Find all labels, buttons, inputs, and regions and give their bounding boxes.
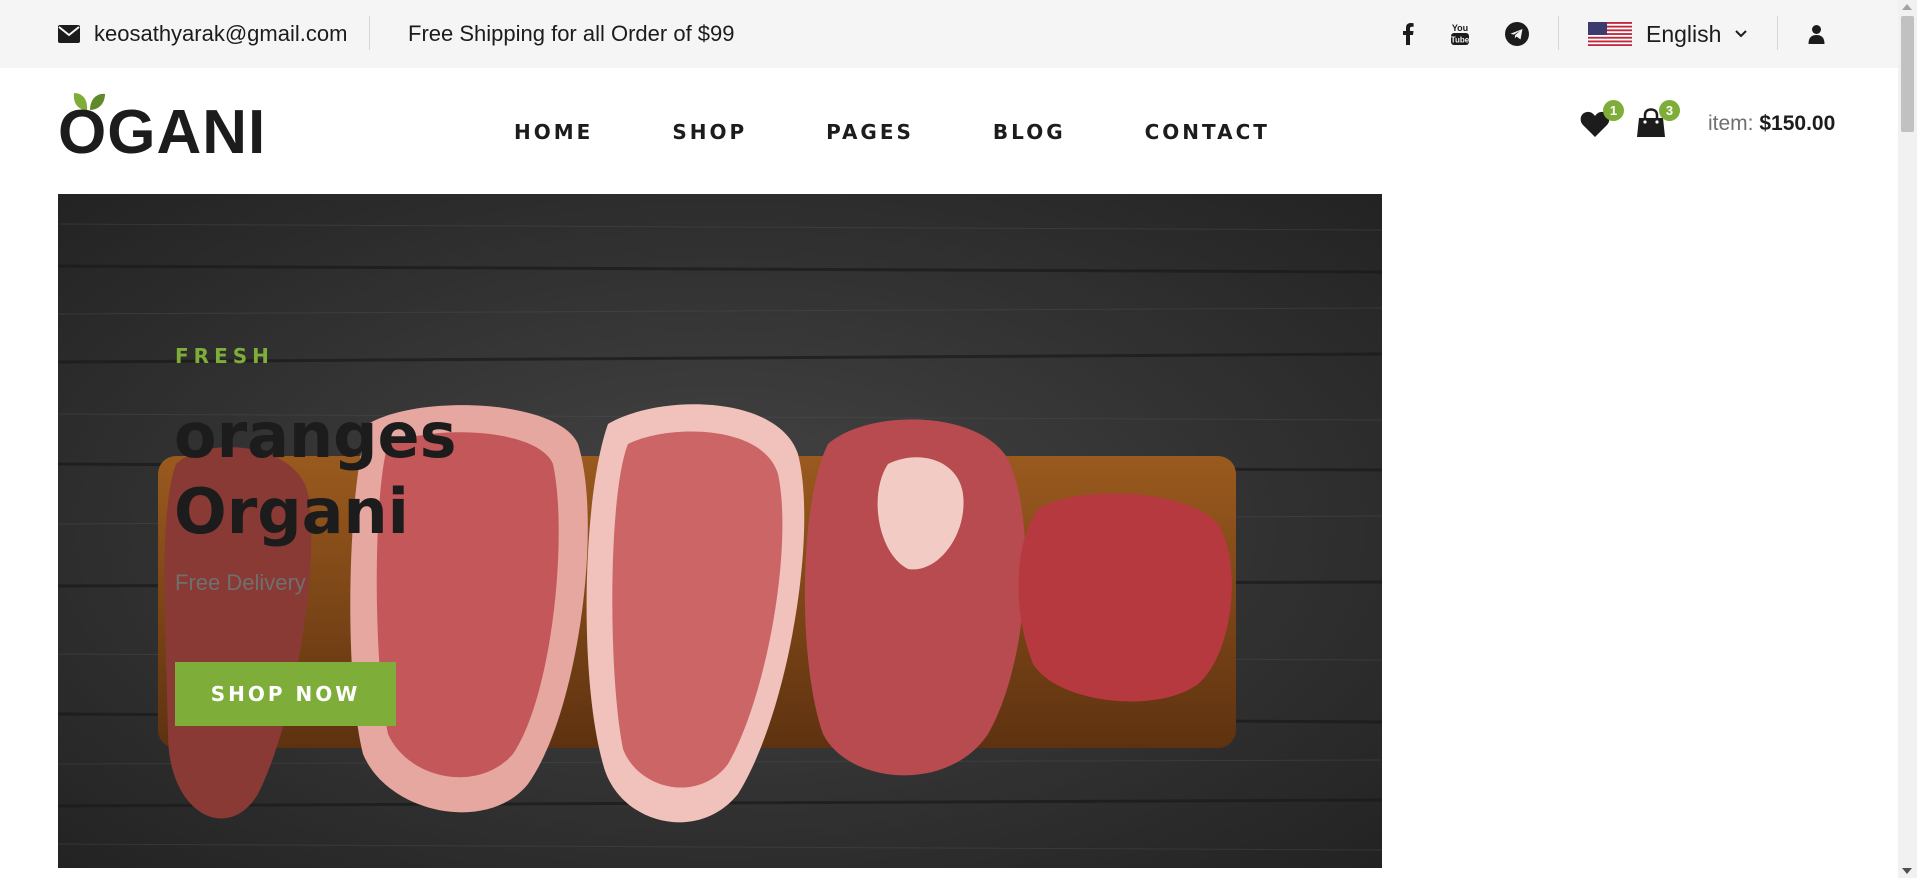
- nav-item-home[interactable]: HOME: [514, 120, 593, 144]
- nav-item-contact[interactable]: CONTACT: [1145, 120, 1270, 144]
- logo[interactable]: OGANI: [58, 92, 265, 164]
- email-text: keosathyarak@gmail.com: [94, 21, 348, 46]
- svg-text:You: You: [1452, 23, 1468, 33]
- user-icon[interactable]: [1808, 0, 1825, 68]
- us-flag-icon: [1588, 22, 1632, 46]
- wishlist-count-badge: 1: [1603, 100, 1624, 121]
- svg-text:Tube: Tube: [1451, 36, 1470, 45]
- hero-title-line: Organi: [174, 475, 409, 548]
- language-label: English: [1646, 20, 1722, 47]
- header-email[interactable]: keosathyarak@gmail.com: [58, 0, 347, 68]
- scroll-down-arrow[interactable]: [1902, 868, 1912, 874]
- divider: [1558, 16, 1559, 50]
- cart-total-label: item:: [1708, 112, 1754, 135]
- cart-button[interactable]: 3: [1634, 100, 1680, 140]
- envelope-icon: [58, 25, 80, 43]
- cart-count-badge: 3: [1659, 100, 1680, 121]
- nav-item-shop[interactable]: SHOP: [672, 120, 747, 144]
- facebook-icon[interactable]: [1393, 0, 1423, 68]
- hero-text: Free Delivery: [175, 570, 306, 595]
- shop-now-button[interactable]: SHOP NOW: [175, 662, 396, 726]
- scroll-thumb[interactable]: [1901, 16, 1914, 132]
- cart-total-value: $150.00: [1759, 112, 1836, 135]
- top-bar: keosathyarak@gmail.com Free Shipping for…: [0, 0, 1898, 68]
- chevron-down-icon: [1735, 30, 1748, 38]
- hero-subtitle: FRESH: [175, 344, 274, 368]
- wishlist-button[interactable]: 1: [1578, 100, 1624, 140]
- divider: [369, 16, 370, 50]
- language-selector[interactable]: English: [1588, 0, 1748, 68]
- nav-item-blog[interactable]: BLOG: [993, 120, 1066, 144]
- telegram-icon[interactable]: [1502, 0, 1532, 68]
- nav-item-pages[interactable]: PAGES: [826, 120, 914, 144]
- scroll-up-arrow[interactable]: [1902, 4, 1912, 10]
- logo-text: OGANI: [58, 98, 267, 167]
- shipping-notice: Free Shipping for all Order of $99: [408, 21, 735, 46]
- divider: [1777, 16, 1778, 50]
- hero-banner: FRESH oranges Organi Free Delivery SHOP …: [58, 194, 1382, 868]
- youtube-icon[interactable]: You Tube: [1445, 0, 1475, 68]
- scrollbar[interactable]: [1898, 0, 1917, 878]
- cart-total: item: $150.00: [1708, 112, 1835, 136]
- hero-title: oranges Organi: [174, 398, 594, 550]
- hero-title-line: oranges: [174, 399, 457, 472]
- main-nav: HOME SHOP PAGES BLOG CONTACT: [514, 112, 1349, 152]
